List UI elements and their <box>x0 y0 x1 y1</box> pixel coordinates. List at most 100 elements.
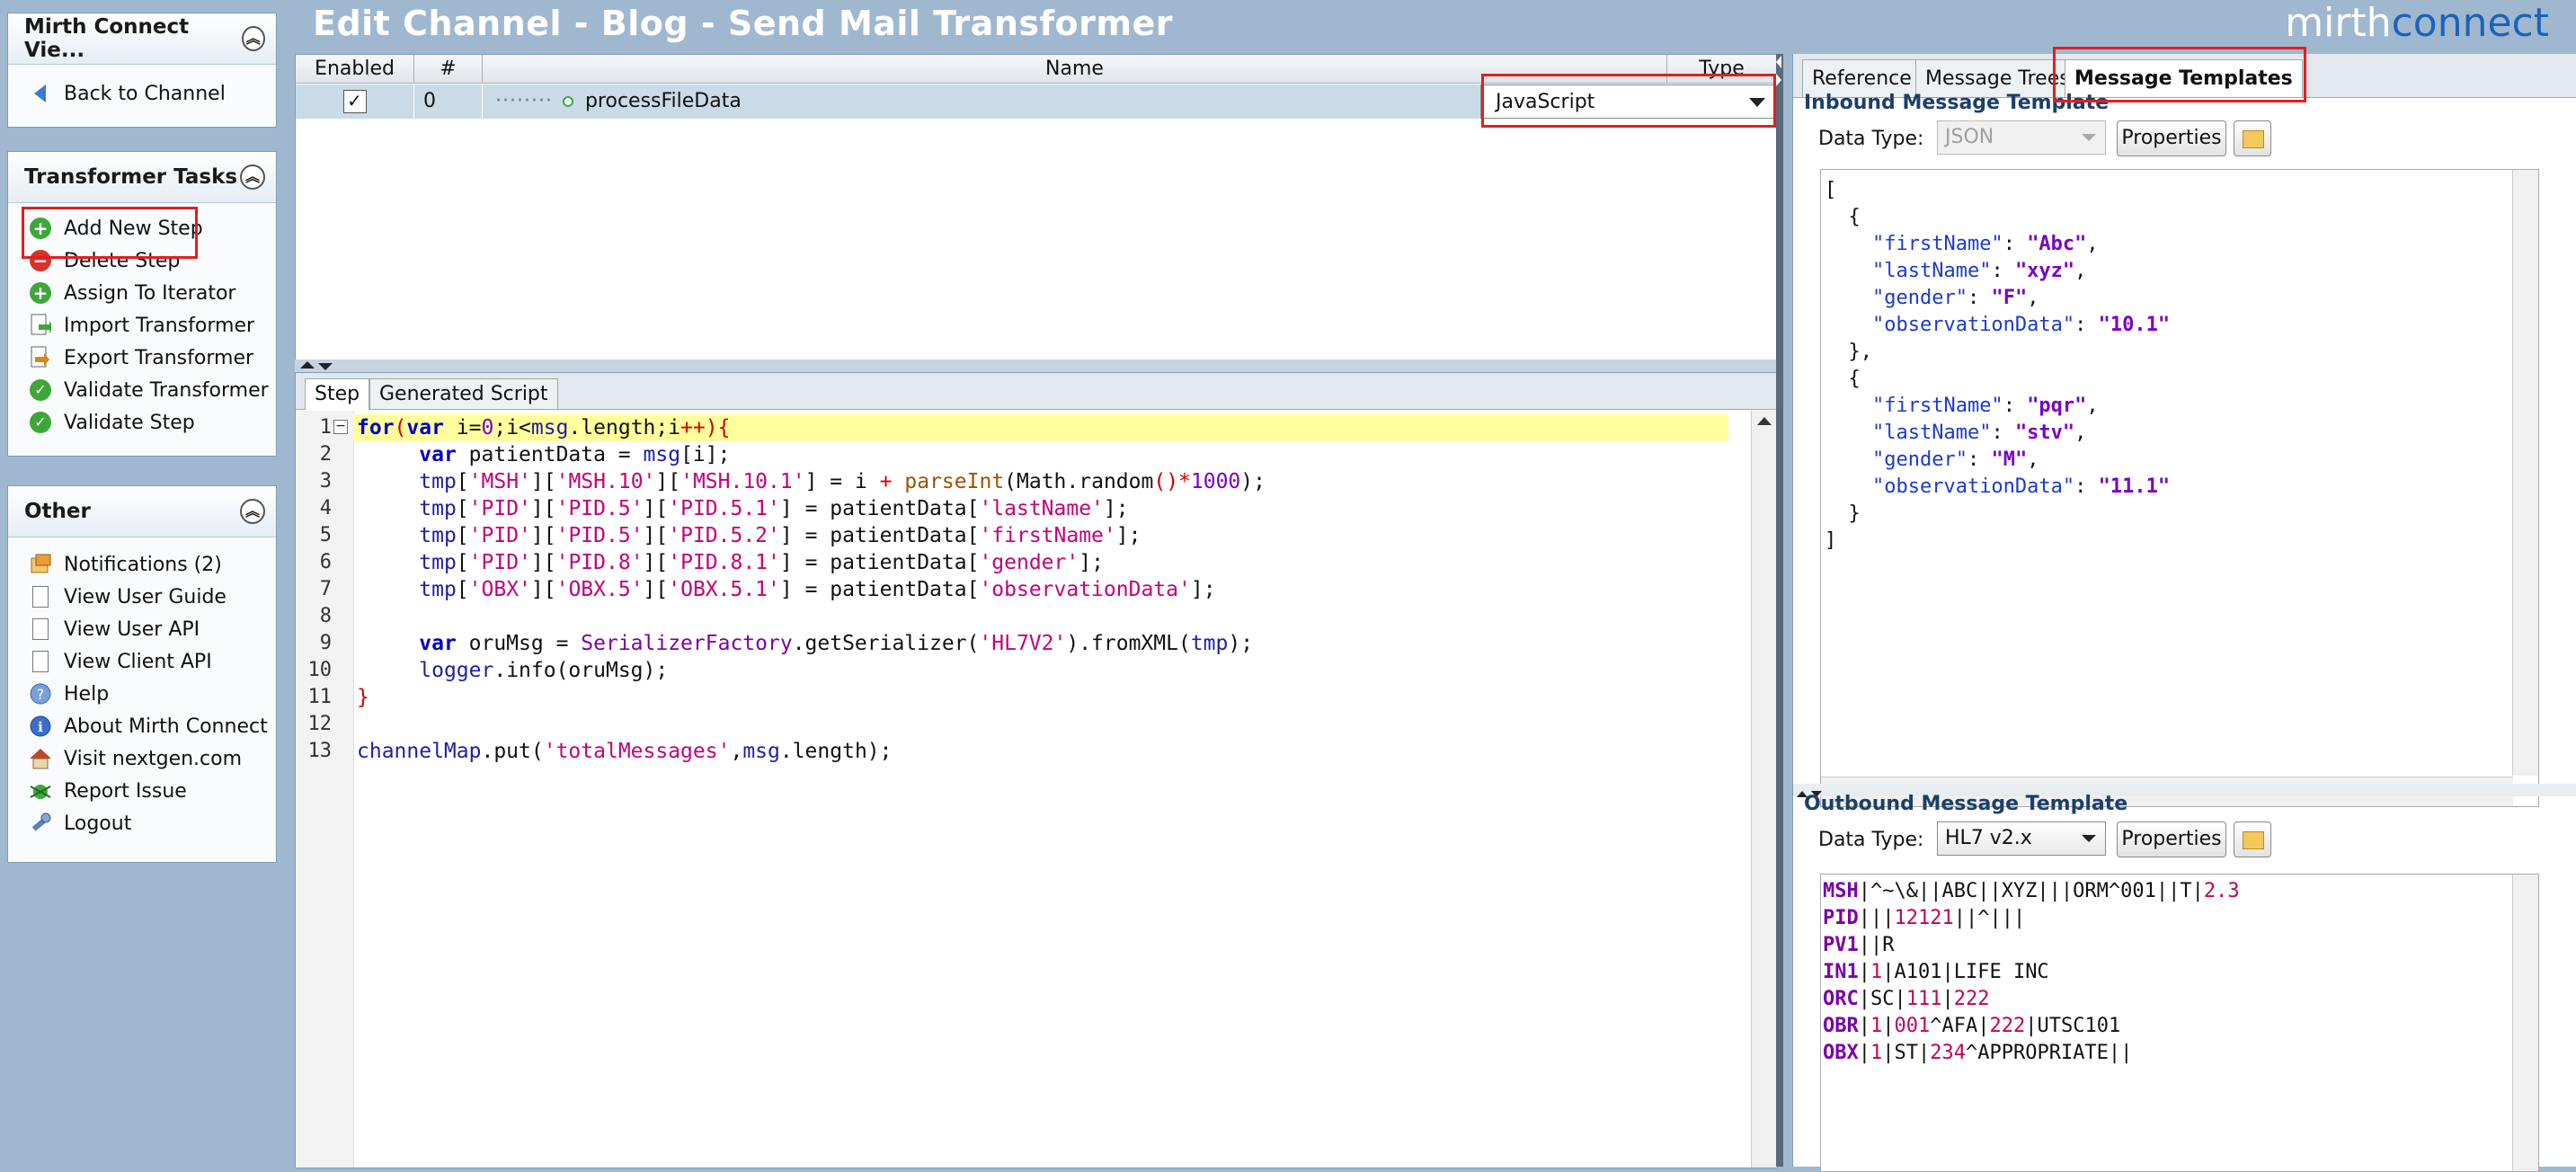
inbound-template-text: [ { "firstName": "Abc", "lastName": "xyz… <box>1825 179 2171 552</box>
outbound-template-text: MSH|^~\&||ABC||XYZ|||ORM^001||T|2.3 PID|… <box>1823 880 2240 1064</box>
view-client-api-link[interactable]: View Client API <box>8 645 276 678</box>
folder-icon <box>2243 130 2264 148</box>
task-label: Export Transformer <box>64 346 254 369</box>
export-icon <box>28 345 53 370</box>
inbound-properties-button[interactable]: Properties <box>2117 120 2226 156</box>
collapse-icon[interactable]: ︽ <box>240 164 265 190</box>
delete-step-task[interactable]: − Delete Step <box>8 244 276 277</box>
code-line: tmp['PID']['PID.5']['PID.5.2'] = patient… <box>419 524 1141 547</box>
outbound-title: Outbound Message Template <box>1804 793 2128 815</box>
delete-icon: − <box>28 248 53 273</box>
script-editor-panel: Step Generated Script 1 − 2 3 4 5 6 7 8 … <box>295 372 1778 1168</box>
header-name[interactable]: Name <box>483 55 1667 84</box>
task-label: Import Transformer <box>64 314 255 337</box>
view-user-guide-link[interactable]: View User Guide <box>8 581 276 613</box>
link-label: View Client API <box>64 650 212 673</box>
inbound-template-editor[interactable]: [ { "firstName": "Abc", "lastName": "xyz… <box>1820 169 2539 807</box>
svg-text:?: ? <box>37 686 45 703</box>
code-area[interactable]: for(var i=0;i<msg.length;i++){ var patie… <box>296 373 1752 1168</box>
collapse-icon[interactable]: ︽ <box>241 26 265 51</box>
view-user-api-link[interactable]: View User API <box>8 613 276 645</box>
link-label: View User Guide <box>64 585 227 608</box>
link-label: View User API <box>64 617 200 641</box>
step-type-select[interactable]: JavaScript <box>1480 84 1777 119</box>
add-icon: + <box>28 216 53 241</box>
horizontal-splitter[interactable] <box>295 360 1776 372</box>
home-icon <box>28 746 53 771</box>
code-line: tmp['PID']['PID.8']['PID.8.1'] = patient… <box>419 551 1104 574</box>
code-line: for(var i=0;i<msg.length;i++){ <box>357 416 731 440</box>
notifications-link[interactable]: Notifications (2) <box>8 548 276 581</box>
chevron-down-icon <box>1749 98 1765 107</box>
about-mirth-connect-link[interactable]: i About Mirth Connect <box>8 710 276 742</box>
inbound-data-type-label: Data Type: <box>1818 128 1924 150</box>
other-panel-title: Other <box>24 500 91 523</box>
logo-prefix: mirth <box>2285 0 2392 46</box>
table-row[interactable]: ✓ 0 ········ processFileData JavaScript <box>296 84 1777 119</box>
report-issue-link[interactable]: Report Issue <box>8 775 276 807</box>
outbound-scrollbar[interactable] <box>2512 875 2538 1171</box>
sidebar: Mirth Connect Vie... ︽ Back to Channel T… <box>0 0 286 1167</box>
navigation-panel-title: Mirth Connect Vie... <box>24 15 190 62</box>
collapse-icon[interactable]: ︽ <box>240 499 265 524</box>
header-number[interactable]: # <box>414 55 483 84</box>
link-label: Report Issue <box>64 779 187 803</box>
document-icon <box>28 584 53 609</box>
logout-link[interactable]: Logout <box>8 807 276 839</box>
editor-scrollbar[interactable] <box>1751 411 1777 1168</box>
validate-transformer-task[interactable]: ✓ Validate Transformer <box>8 374 276 406</box>
assign-to-iterator-task[interactable]: + Assign To Iterator <box>8 277 276 309</box>
step-name: processFileData <box>584 90 742 112</box>
help-link[interactable]: ? Help <box>8 678 276 710</box>
code-line: tmp['MSH']['MSH.10']['MSH.10.1'] = i + p… <box>419 470 1266 493</box>
inbound-data-type-select[interactable]: JSON <box>1937 120 2106 155</box>
header-type[interactable]: Type <box>1667 55 1777 84</box>
inbound-data-type-value: JSON <box>1945 126 1994 148</box>
steps-table: Enabled # Name Type ✓ 0 ········ process… <box>295 54 1778 361</box>
logout-icon <box>28 811 53 836</box>
outbound-data-type-value: HL7 v2.x <box>1945 827 2032 849</box>
visit-nextgen-link[interactable]: Visit nextgen.com <box>8 742 276 775</box>
navigation-panel: Mirth Connect Vie... ︽ Back to Channel <box>7 13 277 128</box>
step-node-icon <box>562 96 573 107</box>
add-new-step-task[interactable]: + Add New Step <box>8 212 276 244</box>
code-line: } <box>357 686 369 709</box>
help-icon: ? <box>28 681 53 706</box>
logo-suffix: connect <box>2391 0 2549 46</box>
templates-panel: Reference Message Trees Message Template… <box>1792 54 2576 1172</box>
link-label: About Mirth Connect <box>64 715 268 738</box>
back-to-channel-label: Back to Channel <box>64 82 226 105</box>
back-to-channel-link[interactable]: Back to Channel <box>8 77 276 110</box>
info-icon: i <box>28 714 53 739</box>
validate-step-task[interactable]: ✓ Validate Step <box>8 406 276 439</box>
inbound-scrollbar[interactable] <box>2512 170 2538 776</box>
vertical-splitter[interactable] <box>1776 54 1783 1167</box>
outbound-data-type-select[interactable]: HL7 v2.x <box>1937 821 2106 856</box>
outbound-template-editor[interactable]: MSH|^~\&||ABC||XYZ|||ORM^001||T|2.3 PID|… <box>1820 874 2539 1172</box>
outbound-open-file-button[interactable] <box>2234 821 2271 857</box>
enabled-checkbox[interactable]: ✓ <box>342 90 367 113</box>
other-panel: Other ︽ Notifications (2) View User Guid… <box>7 485 277 863</box>
export-transformer-task[interactable]: Export Transformer <box>8 342 276 374</box>
code-line: channelMap.put('totalMessages',msg.lengt… <box>357 740 893 763</box>
enabled-cell: ✓ <box>296 84 414 119</box>
link-label: Logout <box>64 812 132 835</box>
transformer-tasks-header[interactable]: Transformer Tasks ︽ <box>8 152 276 203</box>
transformer-tasks-panel: Transformer Tasks ︽ + Add New Step − Del… <box>7 151 277 457</box>
window-title: Edit Channel - Blog - Send Mail Transfor… <box>313 4 1173 43</box>
import-transformer-task[interactable]: Import Transformer <box>8 309 276 342</box>
step-number: 0 <box>414 84 483 119</box>
header-enabled[interactable]: Enabled <box>296 55 414 84</box>
check-icon: ✓ <box>28 377 53 403</box>
outbound-properties-button[interactable]: Properties <box>2117 821 2226 857</box>
code-line: tmp['PID']['PID.5']['PID.5.1'] = patient… <box>419 497 1129 520</box>
svg-text:i: i <box>38 719 43 735</box>
task-label: Validate Step <box>64 411 195 434</box>
inbound-open-file-button[interactable] <box>2234 120 2271 156</box>
import-icon <box>28 313 53 338</box>
task-label: Validate Transformer <box>64 378 269 402</box>
other-panel-header[interactable]: Other ︽ <box>8 486 276 537</box>
navigation-panel-header[interactable]: Mirth Connect Vie... ︽ <box>8 13 276 65</box>
mirth-connect-logo: mirthconnect <box>2285 0 2549 46</box>
document-icon <box>28 617 53 642</box>
